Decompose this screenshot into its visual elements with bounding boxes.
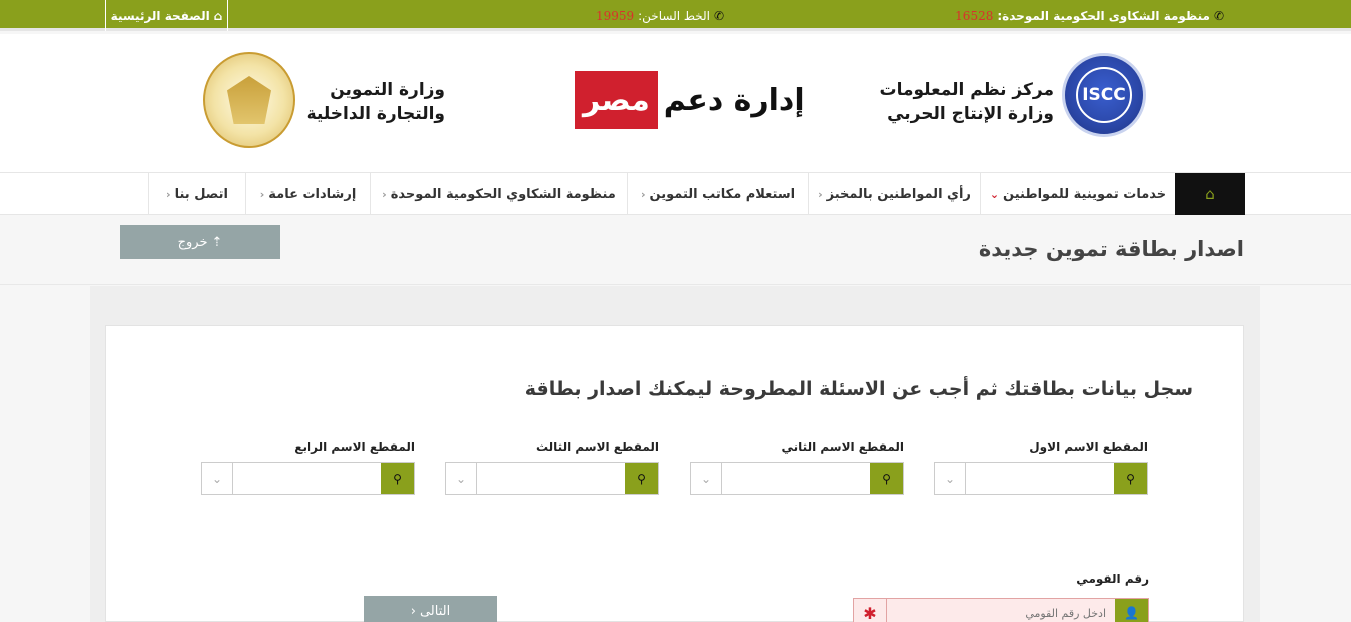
nav-item-label: استعلام مكاتب التموين xyxy=(649,186,796,202)
fourth-name-label: المقطع الاسم الرابع xyxy=(294,440,415,454)
chevron-left-icon: ‹ xyxy=(166,187,171,201)
brand-logo: إدارة دعم مصر xyxy=(575,70,805,130)
complaints-number: 16528 xyxy=(955,8,994,23)
phone-icon: ✆ xyxy=(714,8,725,23)
main-nav: ⌂ خدمات تموينية للمواطنين ⌄ رأي المواطني… xyxy=(0,172,1351,215)
ministry-title: وزارة التموين والتجارة الداخلية xyxy=(300,78,445,126)
hotline-number: 19959 xyxy=(595,8,635,23)
brand-part1: إدارة دعم xyxy=(663,82,805,118)
iscc-logo-text: ISCC xyxy=(1076,67,1132,123)
nav-item-guidelines[interactable]: إرشادات عامة ‹ xyxy=(245,173,370,215)
ministry-line2: والتجارة الداخلية xyxy=(306,104,445,124)
first-name-field: المقطع الاسم الاول ⚲ ⌄ xyxy=(934,440,1148,495)
complaints-hotline: ✆ منظومة الشكاوى الحكومية الموحدة: 16528 xyxy=(955,0,1224,31)
nav-item-bakery-feedback[interactable]: رأي المواطنين بالمخبز ‹ xyxy=(808,173,980,215)
logout-button[interactable]: ⇡ خروج xyxy=(120,225,280,259)
chevron-down-icon[interactable]: ⌄ xyxy=(691,463,722,494)
second-name-field: المقطع الاسم الثاني ⚲ ⌄ xyxy=(690,440,904,495)
first-name-select[interactable]: ⚲ ⌄ xyxy=(934,462,1148,495)
logout-label: خروج xyxy=(177,234,208,250)
nav-item-label: اتصل بنا xyxy=(174,186,228,202)
next-button[interactable]: التالى ‹ xyxy=(364,596,497,622)
map-marker-icon: ⚲ xyxy=(1114,463,1147,494)
page-title-bar: اصدار بطاقة تموين جديدة ⇡ خروج xyxy=(0,215,1351,285)
page-title: اصدار بطاقة تموين جديدة xyxy=(978,237,1244,261)
required-asterisk-icon: ✱ xyxy=(854,599,887,622)
chevron-left-icon: ‹ xyxy=(818,187,823,201)
chevron-left-icon: ‹ xyxy=(382,187,387,201)
nav-item-label: إرشادات عامة xyxy=(268,186,357,202)
nav-item-offices-inquiry[interactable]: استعلام مكاتب التموين ‹ xyxy=(627,173,808,215)
map-marker-icon: ⚲ xyxy=(381,463,414,494)
nav-item-complaints-system[interactable]: منظومة الشكاوي الحكومية الموحدة ‹ xyxy=(370,173,627,215)
chevron-left-icon: ‹ xyxy=(640,187,646,201)
national-id-label: رقم القومي xyxy=(1076,572,1149,586)
nav-home-button[interactable]: ⌂ xyxy=(1175,173,1245,215)
nav-item-label: رأي المواطنين بالمخبز xyxy=(826,186,971,202)
iscc-title: مركز نظم المعلومات وزارة الإنتاج الحربي xyxy=(880,78,1054,126)
nav-item-label: خدمات تموينية للمواطنين xyxy=(1003,186,1167,202)
ministry-line1: وزارة التموين xyxy=(330,80,445,100)
national-id-input[interactable] xyxy=(888,599,1114,622)
chevron-down-icon[interactable]: ⌄ xyxy=(935,463,966,494)
user-icon: 👤 xyxy=(1115,599,1148,622)
third-name-label: المقطع الاسم الثالث xyxy=(535,440,659,454)
home-icon: ⌂ xyxy=(213,8,223,23)
top-bar: ⌂ الصفحة الرئيسية ✆ الخط الساخن: 19959 ✆… xyxy=(0,0,1351,31)
chevron-down-icon[interactable]: ⌄ xyxy=(446,463,477,494)
eagle-emblem-icon xyxy=(227,76,271,124)
complaints-label: منظومة الشكاوى الحكومية الموحدة: xyxy=(997,8,1210,23)
home-link-label: الصفحة الرئيسية xyxy=(110,8,210,23)
first-name-label: المقطع الاسم الاول xyxy=(1029,440,1148,454)
second-name-label: المقطع الاسم الثاني xyxy=(781,440,904,454)
brand-part2: مصر xyxy=(575,71,658,129)
phone-icon: ✆ xyxy=(1213,8,1224,23)
third-name-select[interactable]: ⚲ ⌄ xyxy=(445,462,659,495)
chevron-down-icon[interactable]: ⌄ xyxy=(202,463,233,494)
third-name-field: المقطع الاسم الثالث ⚲ ⌄ xyxy=(445,440,659,495)
fourth-name-select[interactable]: ⚲ ⌄ xyxy=(201,462,415,495)
chevron-left-icon: ‹ xyxy=(259,187,265,201)
national-id-field: 👤 ✱ xyxy=(853,598,1149,622)
next-label: التالى xyxy=(419,603,451,619)
form-heading: سجل بيانات بطاقتك ثم أجب عن الاسئلة المط… xyxy=(524,378,1193,400)
home-icon: ⌂ xyxy=(1205,185,1215,203)
ministry-seal-icon xyxy=(203,52,295,148)
chevron-left-icon: ‹ xyxy=(410,603,416,619)
iscc-line2: وزارة الإنتاج الحربي xyxy=(887,104,1054,124)
chevron-down-icon: ⌄ xyxy=(989,187,1000,201)
hotline-label: الخط الساخن: xyxy=(638,8,711,23)
second-name-select[interactable]: ⚲ ⌄ xyxy=(690,462,904,495)
fourth-name-field: المقطع الاسم الرابع ⚲ ⌄ xyxy=(201,440,415,495)
map-marker-icon: ⚲ xyxy=(625,463,658,494)
nav-item-citizen-services[interactable]: خدمات تموينية للمواطنين ⌄ xyxy=(980,173,1175,215)
iscc-line1: مركز نظم المعلومات xyxy=(879,80,1054,100)
iscc-logo: ISCC xyxy=(1062,53,1146,137)
nav-item-label: منظومة الشكاوي الحكومية الموحدة xyxy=(390,186,616,202)
home-link[interactable]: ⌂ الصفحة الرئيسية xyxy=(105,0,228,31)
map-marker-icon: ⚲ xyxy=(870,463,903,494)
site-header: ISCC مركز نظم المعلومات وزارة الإنتاج ال… xyxy=(0,34,1351,172)
hotline: ✆ الخط الساخن: 19959 xyxy=(560,0,760,31)
nav-item-contact[interactable]: اتصل بنا ‹ xyxy=(148,173,245,215)
logout-icon: ⇡ xyxy=(211,234,223,250)
